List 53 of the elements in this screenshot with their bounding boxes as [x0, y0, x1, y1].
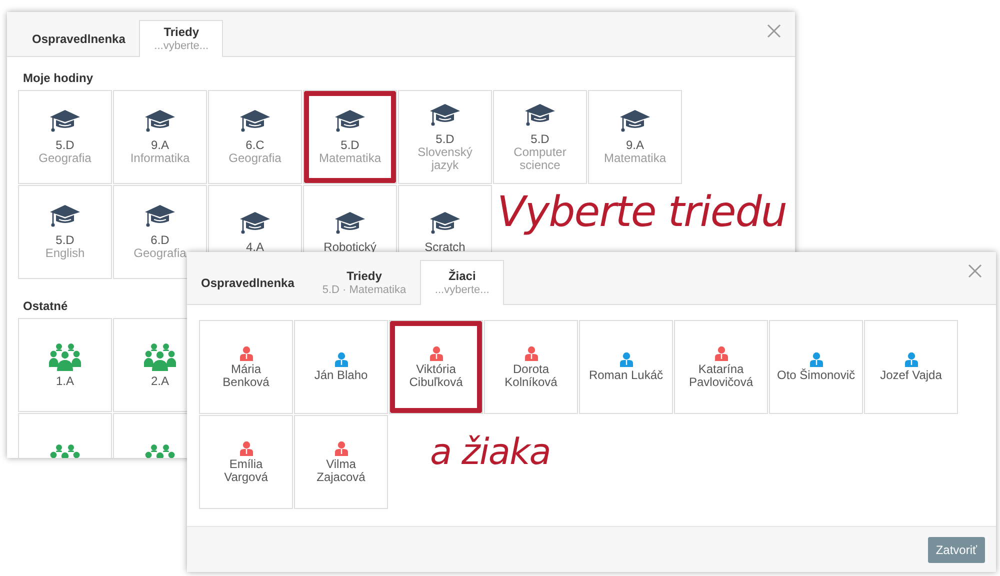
- student-tile[interactable]: Dorota Kolníková: [484, 320, 578, 414]
- graduation-cap-icon: [145, 204, 175, 230]
- person-icon: [334, 352, 348, 367]
- student-tile[interactable]: Ján Blaho: [294, 320, 388, 414]
- student-tile[interactable]: Roman Lukáč: [579, 320, 673, 414]
- graduation-cap-icon: [525, 102, 555, 128]
- close-icon[interactable]: [767, 24, 781, 38]
- graduation-cap-icon: [50, 204, 80, 230]
- graduation-cap-icon: [335, 109, 365, 135]
- graduation-cap-icon: [50, 109, 80, 135]
- person-icon: [240, 440, 252, 456]
- group-icon: [49, 342, 81, 370]
- student-tile[interactable]: Katarína Pavlovičová: [674, 320, 768, 414]
- student-tile[interactable]: Viktória Cibuľková: [389, 320, 483, 414]
- class-tile[interactable]: 5.D Computer science: [493, 90, 587, 184]
- graduation-cap-icon: [430, 102, 460, 128]
- person-icon: [430, 346, 442, 360]
- class-tile[interactable]: 5.D English: [18, 185, 112, 279]
- tab[interactable]: Triedy ...vyberte...: [139, 20, 224, 57]
- annotation-text: a žiaka: [430, 432, 550, 474]
- annotation-text: Vyberte triedu: [497, 188, 787, 236]
- graduation-cap-icon: [620, 109, 650, 135]
- group-icon: [144, 342, 176, 370]
- person-icon: [810, 352, 822, 367]
- tab[interactable]: Ospravedlnenka: [18, 20, 140, 57]
- student-tile[interactable]: Mária Benková: [199, 320, 293, 414]
- person-icon: [524, 346, 538, 360]
- graduation-cap-icon: [430, 210, 460, 236]
- student-tile[interactable]: Oto Šimonovič: [769, 320, 863, 414]
- tab[interactable]: Žiaci ...vyberte...: [420, 260, 504, 305]
- student-tile[interactable]: Jozef Vajda: [864, 320, 958, 414]
- class-tile[interactable]: 5.D Matematika: [303, 90, 397, 184]
- section-title: Moje hodiny: [23, 71, 94, 85]
- class-tile[interactable]: 9.A Matematika: [588, 90, 682, 184]
- person-icon: [240, 346, 252, 360]
- graduation-cap-icon: [335, 210, 365, 236]
- person-icon: [714, 346, 728, 360]
- student-tile[interactable]: Vilma Zajacová: [294, 415, 388, 509]
- class-tile[interactable]: 5.D Geografia: [18, 90, 112, 184]
- section-title: Ostatné: [23, 299, 69, 313]
- person-icon: [904, 352, 918, 367]
- graduation-cap-icon: [145, 109, 175, 135]
- close-icon[interactable]: [968, 264, 982, 278]
- class-tile[interactable]: 1.A: [18, 318, 112, 412]
- graduation-cap-icon: [240, 109, 270, 135]
- person-icon: [334, 440, 348, 456]
- class-tile[interactable]: 6.C Geografia: [208, 90, 302, 184]
- class-tile[interactable]: 5.D Slovenský jazyk: [398, 90, 492, 184]
- person-icon: [620, 352, 632, 367]
- class-tile[interactable]: 9.A Informatika: [113, 90, 207, 184]
- student-tile[interactable]: Emília Vargová: [199, 415, 293, 509]
- class-tile[interactable]: 6.D Geografia: [113, 185, 207, 279]
- graduation-cap-icon: [240, 210, 270, 236]
